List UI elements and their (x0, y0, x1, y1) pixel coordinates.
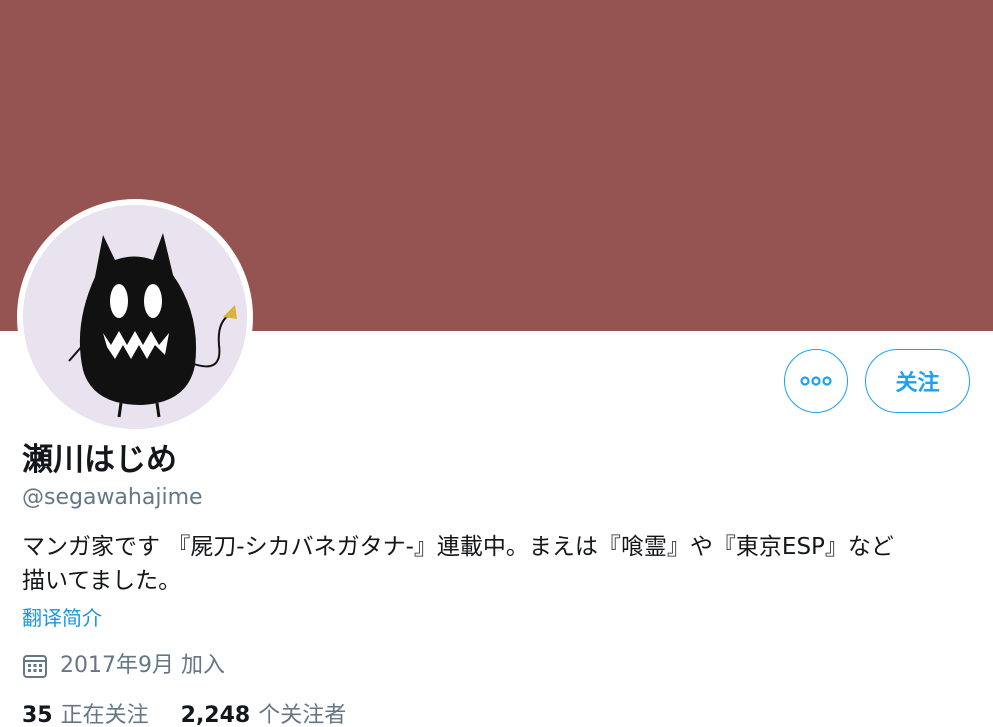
more-options-button[interactable] (784, 349, 848, 413)
following-label: 正在关注 (60, 703, 149, 727)
profile-stats: 35 正在关注 2,248 个关注者 (22, 699, 378, 727)
profile-page: 关注 瀬川はじめ @segawahajime マンガ家です 『屍刀-シカバネガタ… (0, 0, 993, 727)
joined-date: 2017年9月 加入 (22, 649, 225, 683)
followers-stat[interactable]: 2,248 个关注者 (181, 699, 347, 727)
profile-bio: マンガ家です 『屍刀-シカバネガタナ-』連載中。まえは『喰霊』や『東京ESP』な… (22, 530, 972, 598)
joined-label: 2017年9月 加入 (60, 653, 225, 678)
avatar-image (23, 205, 247, 429)
display-name: 瀬川はじめ (22, 442, 177, 478)
profile-avatar[interactable] (17, 199, 253, 435)
user-handle: @segawahajime (22, 485, 203, 510)
follow-button[interactable]: 关注 (865, 349, 970, 413)
following-stat[interactable]: 35 正在关注 (22, 699, 149, 727)
calendar-icon (22, 653, 48, 679)
bio-line: マンガ家です 『屍刀-シカバネガタナ-』連載中。まえは『喰霊』や『東京ESP』な… (22, 534, 894, 560)
more-options-icon (800, 376, 832, 386)
bio-line: 描いてました。 (22, 568, 182, 594)
translate-bio-link[interactable]: 翻译简介 (22, 603, 102, 633)
following-count: 35 (22, 703, 53, 727)
followers-count: 2,248 (180, 703, 251, 727)
followers-label: 个关注者 (258, 703, 347, 727)
